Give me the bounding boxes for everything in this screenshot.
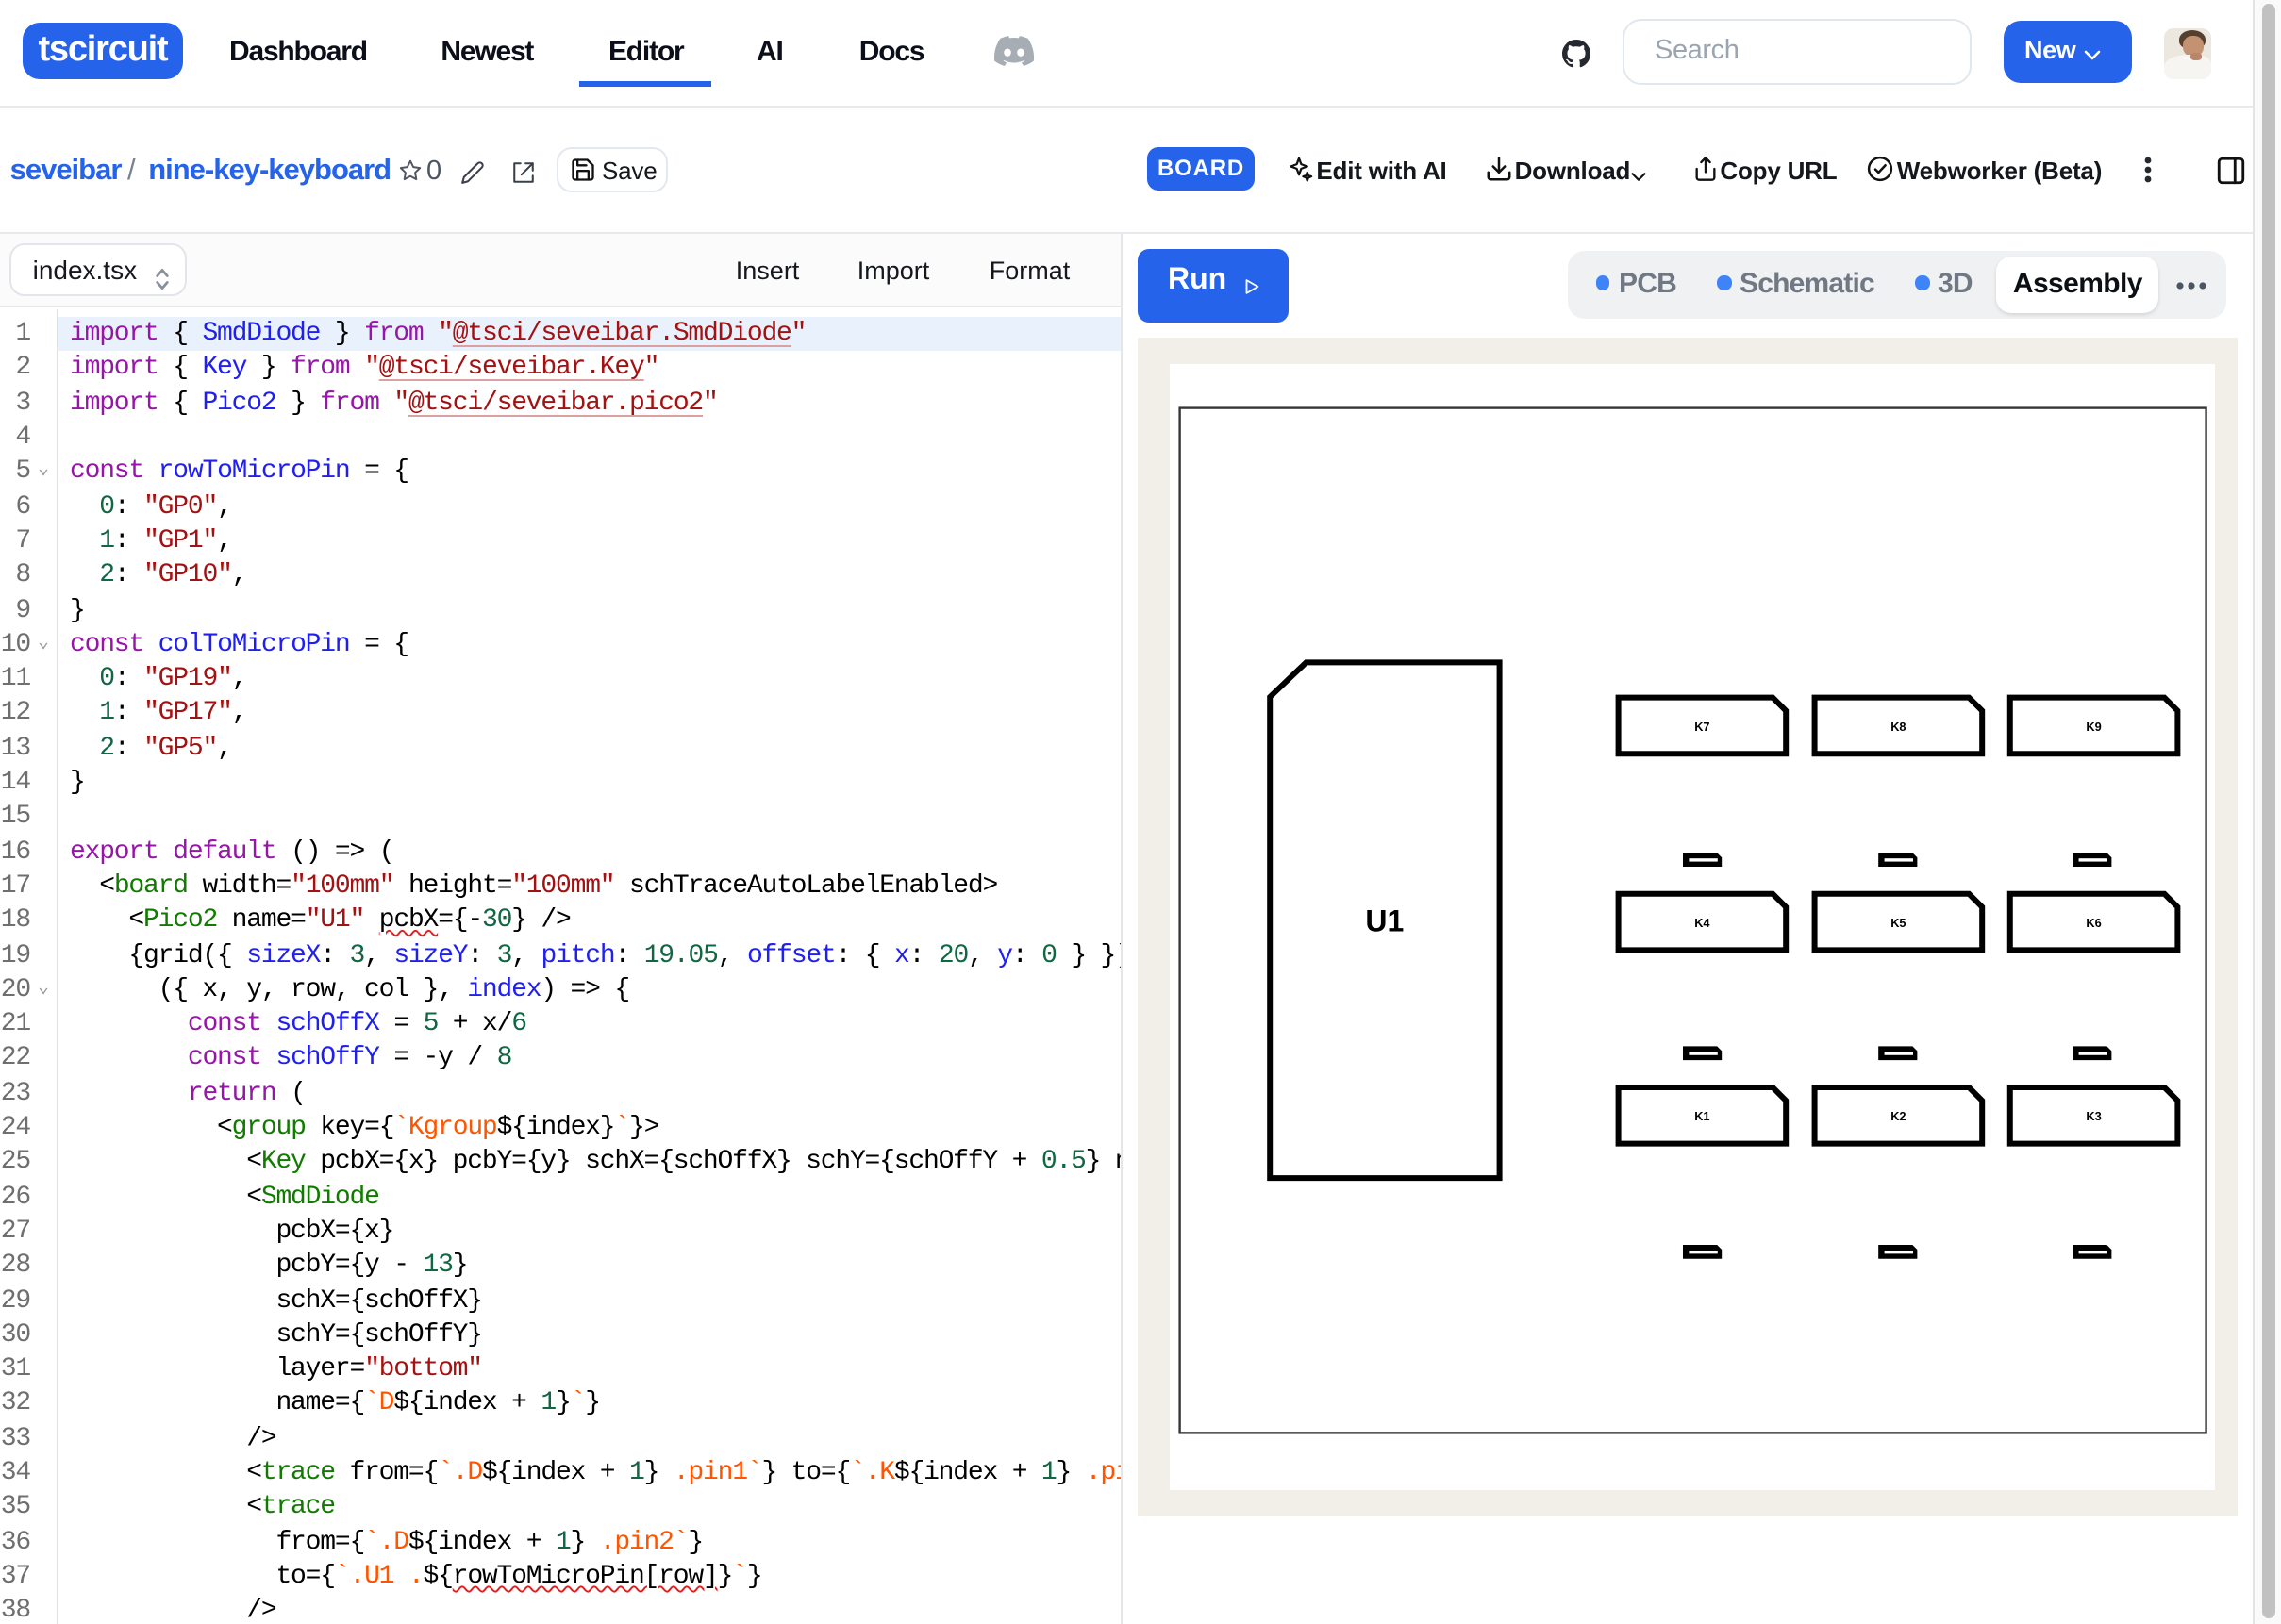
svg-text:K4: K4 (1694, 917, 1710, 931)
svg-text:K2: K2 (1890, 1110, 1906, 1124)
svg-text:K7: K7 (1694, 720, 1709, 734)
svg-text:K1: K1 (1694, 1110, 1709, 1124)
svg-text:K9: K9 (2086, 720, 2101, 734)
svg-text:K8: K8 (1890, 720, 1906, 734)
svg-text:K5: K5 (1890, 917, 1906, 931)
svg-text:K3: K3 (2086, 1110, 2101, 1124)
svg-text:U1: U1 (1365, 904, 1404, 938)
svg-text:K6: K6 (2086, 917, 2101, 931)
